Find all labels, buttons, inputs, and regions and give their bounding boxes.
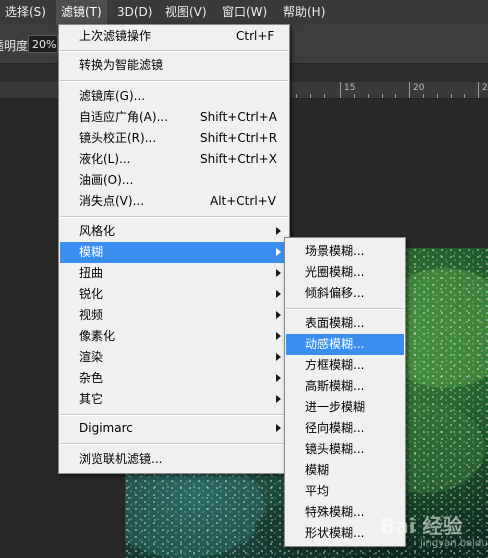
submenu-item-field-blur[interactable]: 场景模糊... (286, 241, 404, 262)
submenu-arrow-icon (276, 227, 281, 235)
submenu-arrow-icon (276, 424, 281, 432)
submenu-arrow-icon (276, 353, 281, 361)
menu-item-video[interactable]: 视频 (60, 305, 288, 326)
menu-item-pixelate[interactable]: 像素化 (60, 326, 288, 347)
menu-item-last-filter[interactable]: 上次滤镜操作 Ctrl+F (60, 26, 288, 47)
submenu-item-radial-blur[interactable]: 径向模糊... (286, 418, 404, 439)
menubar: 选择(S) 滤镜(T) 3D(D) 视图(V) 窗口(W) 帮助(H) (0, 0, 488, 25)
menu-filter[interactable]: 滤镜(T) (56, 0, 107, 25)
menu-help[interactable]: 帮助(H) (278, 0, 330, 25)
ruler-label-20: 20 (413, 83, 425, 93)
submenu-arrow-icon (276, 290, 281, 298)
menu-item-digimarc[interactable]: Digimarc (60, 418, 288, 439)
submenu-item-iris-blur[interactable]: 光圈模糊... (286, 262, 404, 283)
submenu-item-motion-blur[interactable]: 动感模糊... (286, 334, 404, 355)
menu-item-browse-filters-online[interactable]: 浏览联机滤镜... (60, 449, 288, 470)
submenu-item-gaussian-blur[interactable]: 高斯模糊... (286, 376, 404, 397)
menu-item-noise[interactable]: 杂色 (60, 368, 288, 389)
watermark: Bai 经验 (380, 514, 463, 538)
submenu-arrow-icon (276, 311, 281, 319)
submenu-item-tilt-shift[interactable]: 倾斜偏移... (286, 283, 404, 304)
ruler-label-15: 15 (344, 83, 356, 93)
menu-item-convert-smart-filter[interactable]: 转换为智能滤镜 (60, 55, 288, 76)
submenu-item-box-blur[interactable]: 方框模糊... (286, 355, 404, 376)
submenu-arrow-icon (276, 374, 281, 382)
submenu-arrow-icon (276, 248, 281, 256)
opacity-field[interactable]: 20% (28, 35, 58, 53)
menu-item-lens-correction[interactable]: 镜头校正(R)... Shift+Ctrl+R (60, 128, 288, 149)
menu-item-adaptive-wide-angle[interactable]: 自适应广角(A)... Shift+Ctrl+A (60, 107, 288, 128)
menu-item-render[interactable]: 渲染 (60, 347, 288, 368)
submenu-item-blur[interactable]: 模糊 (286, 460, 404, 481)
menu-item-filter-gallery[interactable]: 滤镜库(G)... (60, 86, 288, 107)
submenu-item-lens-blur[interactable]: 镜头模糊... (286, 439, 404, 460)
menu-item-distort[interactable]: 扭曲 (60, 263, 288, 284)
menu-item-vanishing-point[interactable]: 消失点(V)... Alt+Ctrl+V (60, 191, 288, 212)
submenu-item-average[interactable]: 平均 (286, 481, 404, 502)
ruler-label-25: 25 (482, 83, 488, 93)
submenu-item-blur-more[interactable]: 进一步模糊 (286, 397, 404, 418)
filter-menu: 上次滤镜操作 Ctrl+F 转换为智能滤镜 滤镜库(G)... 自适应广角(A)… (58, 24, 290, 474)
menu-item-liquify[interactable]: 液化(L)... Shift+Ctrl+X (60, 149, 288, 170)
submenu-arrow-icon (276, 332, 281, 340)
menu-item-blur[interactable]: 模糊 (60, 242, 288, 263)
blur-submenu: 场景模糊... 光圈模糊... 倾斜偏移... 表面模糊... 动感模糊... … (284, 237, 406, 547)
menu-select[interactable]: 选择(S) (0, 0, 51, 25)
menu-3d[interactable]: 3D(D) (112, 0, 157, 25)
opacity-label: 透明度: (0, 39, 28, 53)
menu-item-sharpen[interactable]: 锐化 (60, 284, 288, 305)
menu-window[interactable]: 窗口(W) (217, 0, 272, 25)
menu-item-stylize[interactable]: 风格化 (60, 221, 288, 242)
watermark-url: jingyan.baidu.com (420, 538, 488, 549)
submenu-arrow-icon (276, 395, 281, 403)
menu-item-oil-paint[interactable]: 油画(O)... (60, 170, 288, 191)
submenu-item-surface-blur[interactable]: 表面模糊... (286, 313, 404, 334)
menu-view[interactable]: 视图(V) (160, 0, 212, 25)
submenu-arrow-icon (276, 269, 281, 277)
menu-item-other[interactable]: 其它 (60, 389, 288, 410)
